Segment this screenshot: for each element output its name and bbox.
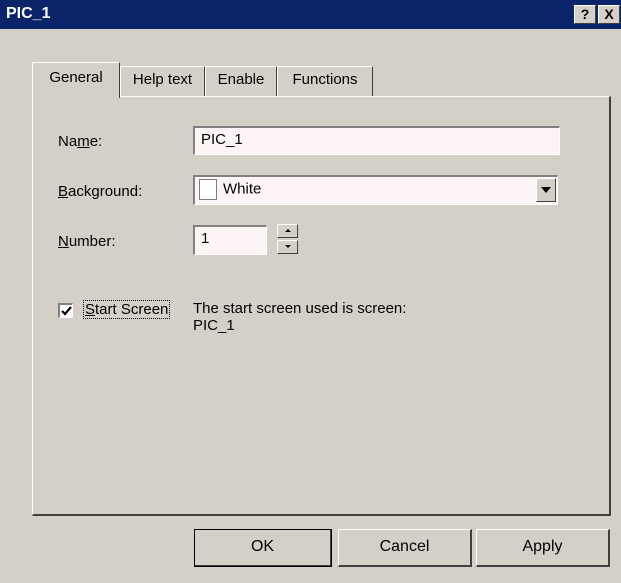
apply-button[interactable]: Apply — [476, 529, 610, 567]
spin-up-icon[interactable] — [277, 224, 298, 238]
color-swatch — [199, 179, 217, 200]
chevron-down-icon[interactable] — [536, 178, 556, 202]
start-screen-info-line2: PIC_1 — [193, 317, 235, 334]
title-bar[interactable]: PIC_1 ? X — [0, 0, 621, 29]
cancel-button[interactable]: Cancel — [338, 529, 472, 567]
name-label: Name: — [58, 133, 103, 150]
help-button[interactable]: ? — [574, 5, 596, 24]
background-label: Background: — [58, 183, 143, 200]
tab-enable-label: Enable — [217, 71, 265, 88]
help-icon: ? — [580, 6, 590, 22]
tab-general[interactable]: General — [32, 62, 120, 98]
start-screen-checkbox[interactable] — [58, 303, 73, 318]
tab-enable[interactable]: Enable — [205, 66, 277, 96]
background-value: White — [223, 180, 262, 198]
start-screen-info-line1: The start screen used is screen: — [193, 300, 407, 317]
spin-down-icon[interactable] — [277, 240, 298, 254]
tab-help-text[interactable]: Help text — [120, 66, 205, 96]
start-screen-info: The start screen used is screen: PIC_1 — [193, 300, 406, 334]
properties-dialog: PIC_1 ? X General Help text Enable Funct… — [0, 0, 621, 583]
background-select[interactable]: White — [193, 175, 558, 205]
number-input[interactable]: 1 — [193, 225, 267, 255]
number-label: Number: — [58, 233, 116, 250]
checkmark-icon — [61, 306, 72, 316]
tab-functions-label: Functions — [292, 71, 358, 88]
close-icon: X — [604, 6, 614, 22]
tab-general-label: General — [49, 69, 103, 86]
ok-button[interactable]: OK — [194, 529, 332, 567]
close-button[interactable]: X — [598, 5, 620, 24]
name-input[interactable]: PIC_1 — [193, 126, 560, 155]
tab-help-text-label: Help text — [132, 71, 193, 88]
tab-functions[interactable]: Functions — [277, 66, 373, 96]
start-screen-label[interactable]: Start Screen — [83, 300, 171, 319]
window-title: PIC_1 — [6, 5, 51, 22]
